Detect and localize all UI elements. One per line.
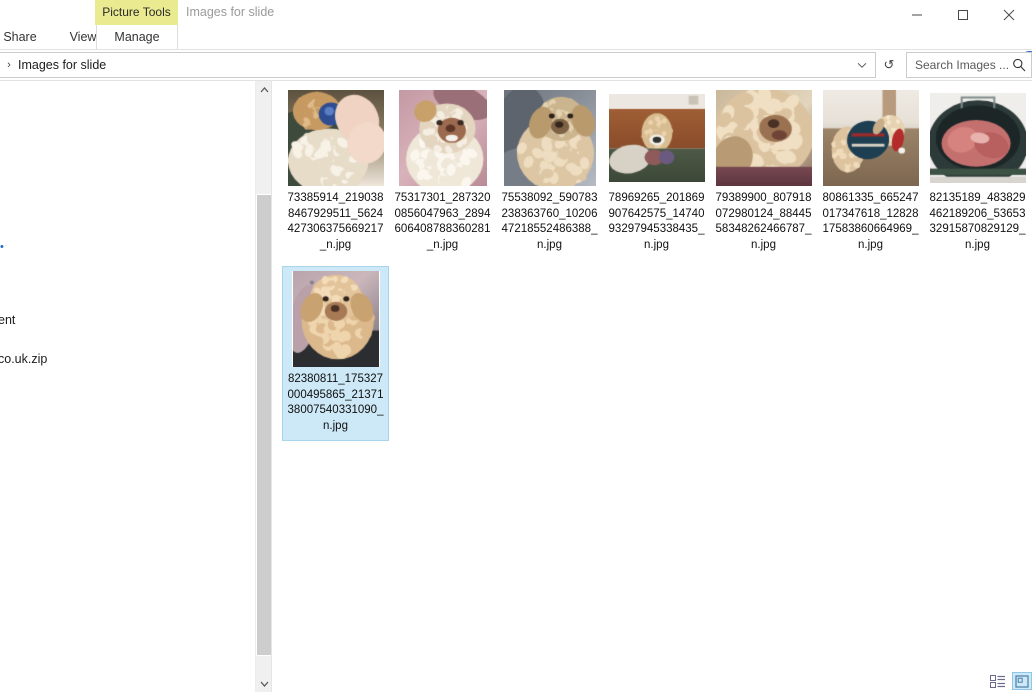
file-tile[interactable]: 80861335_665247017347618_128281758386066…: [817, 85, 924, 260]
file-tile[interactable]: 73385914_2190388467929511_56244273063756…: [282, 85, 389, 260]
file-list-pane[interactable]: 73385914_2190388467929511_56244273063756…: [272, 81, 1032, 692]
navigation-pane-scrollbar[interactable]: [255, 81, 271, 692]
details-view-icon[interactable]: [988, 672, 1008, 690]
file-explorer-window: Picture Tools Images for slide Share Vie…: [0, 0, 1032, 692]
tab-manage[interactable]: Manage: [96, 25, 178, 50]
address-dropdown-icon[interactable]: [853, 53, 871, 77]
file-thumbnail: [609, 90, 705, 186]
file-tile[interactable]: 75317301_2873200856047963_28946064087883…: [389, 85, 496, 260]
title-bar: Picture Tools Images for slide: [0, 0, 1032, 25]
file-thumbnail: [502, 90, 598, 186]
window-title: Images for slide: [186, 0, 274, 25]
file-tile[interactable]: 82380811_175327000495865_213713800754033…: [282, 266, 389, 441]
nav-item-fragment-2[interactable]: ent: [0, 313, 15, 327]
file-thumbnail: [395, 90, 491, 186]
nav-item-fragment-1[interactable]: •: [0, 241, 4, 253]
file-name-label: 75538092_590783238363760_102064721855248…: [499, 191, 600, 253]
navigation-pane[interactable]: • ent co.uk.zip: [0, 81, 253, 692]
scroll-up-icon[interactable]: [256, 81, 272, 98]
file-name-label: 79389900_807918072980124_884455834826246…: [713, 191, 814, 253]
scrollbar-thumb[interactable]: [256, 194, 272, 656]
file-thumbnail: [716, 90, 812, 186]
contextual-tab-picture-tools[interactable]: Picture Tools: [95, 0, 178, 25]
refresh-icon[interactable]: ↺: [878, 52, 900, 78]
address-bar-row: › Images for slide ↺ Search Images ...: [0, 52, 1032, 80]
ribbon-divider: [0, 49, 1032, 50]
file-name-label: 82380811_175327000495865_213713800754033…: [285, 372, 386, 434]
file-name-label: 80861335_665247017347618_128281758386066…: [820, 191, 921, 253]
breadcrumb-separator-icon: ›: [0, 59, 18, 71]
file-name-label: 82135189_483829462189206_536533291587082…: [927, 191, 1028, 253]
file-thumbnail: [288, 90, 384, 186]
large-icons-view-icon[interactable]: [1012, 672, 1032, 690]
file-grid: 73385914_2190388467929511_56244273063756…: [282, 85, 1032, 447]
view-switcher: [988, 672, 1032, 690]
file-thumbnail: [930, 90, 1026, 186]
ribbon-tab-row: Share View Manage: [0, 25, 1032, 50]
nav-item-fragment-3[interactable]: co.uk.zip: [0, 352, 47, 366]
file-thumbnail: [823, 90, 919, 186]
file-tile[interactable]: 79389900_807918072980124_884455834826246…: [710, 85, 817, 260]
file-tile[interactable]: 82135189_483829462189206_536533291587082…: [924, 85, 1031, 260]
search-icon[interactable]: [1011, 57, 1027, 73]
file-tile[interactable]: 78969265_201869907642575_147409329794533…: [603, 85, 710, 260]
search-box[interactable]: Search Images ...: [906, 52, 1032, 78]
scroll-down-icon[interactable]: [256, 675, 272, 692]
file-name-label: 78969265_201869907642575_147409329794533…: [606, 191, 707, 253]
search-input[interactable]: Search Images ...: [915, 58, 1011, 72]
file-name-label: 75317301_2873200856047963_28946064087883…: [392, 191, 493, 253]
file-thumbnail: [288, 271, 384, 367]
file-tile[interactable]: 75538092_590783238363760_102064721855248…: [496, 85, 603, 260]
tab-share[interactable]: Share: [0, 25, 48, 50]
file-name-label: 73385914_2190388467929511_56244273063756…: [285, 191, 386, 253]
address-bar[interactable]: › Images for slide: [0, 52, 876, 78]
breadcrumb-current-folder[interactable]: Images for slide: [18, 58, 106, 72]
